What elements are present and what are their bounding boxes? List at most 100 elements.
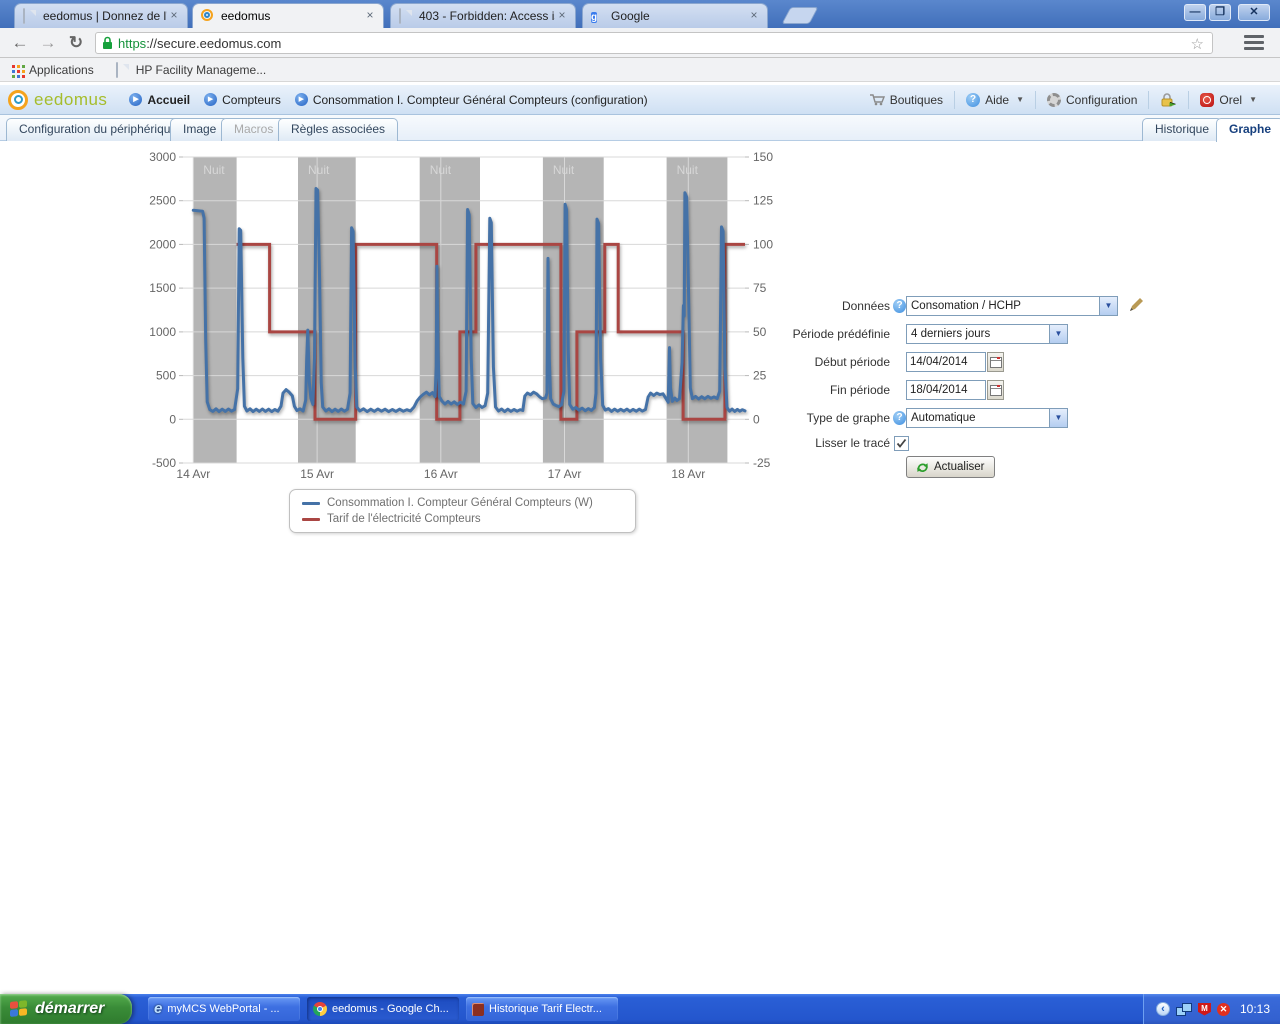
taskbar-item-eedomus[interactable]: eedomus - Google Ch... (307, 997, 459, 1021)
gear-icon (1047, 93, 1061, 107)
network-icon[interactable] (1176, 1002, 1192, 1017)
page-icon (23, 9, 37, 23)
help-icon[interactable]: ? (893, 411, 906, 425)
svg-text:0: 0 (169, 412, 176, 426)
tab-close-icon[interactable]: × (555, 9, 569, 23)
tray-chevron-icon[interactable]: ‹ (1156, 1002, 1170, 1016)
svg-text:100: 100 (753, 237, 773, 251)
start-button[interactable]: démarrer (0, 994, 132, 1024)
browser-tab-4[interactable]: g Google × (582, 3, 768, 28)
svg-text:Nuit: Nuit (553, 163, 575, 177)
arrow-icon: ▶ (204, 93, 217, 106)
menu-boutiques[interactable]: Boutiques (858, 91, 954, 109)
edit-pencil-icon[interactable] (1127, 298, 1143, 314)
chevron-down-icon: ▼ (1249, 95, 1257, 104)
taskbar: démarrer e myMCS WebPortal - ... eedomus… (0, 994, 1280, 1024)
calendar-icon[interactable] (987, 380, 1004, 400)
brand-name[interactable]: eedomus (34, 90, 107, 110)
restore-button[interactable]: ❐ (1209, 4, 1231, 21)
bookmark-item[interactable]: HP Facility Manageme... (136, 63, 267, 77)
night-band (298, 157, 356, 463)
device-tab-bar: Configuration du périphérique Image Macr… (0, 115, 1280, 141)
new-tab-button[interactable] (781, 7, 818, 24)
svg-text:1000: 1000 (149, 325, 176, 339)
app-icon (472, 1003, 484, 1016)
breadcrumb-compteurs[interactable]: ▶ Compteurs (204, 93, 281, 107)
chevron-down-icon: ▼ (1099, 297, 1117, 315)
back-icon[interactable]: ← (8, 31, 32, 55)
tab-close-icon[interactable]: × (363, 9, 377, 23)
apps-grid-icon[interactable] (12, 65, 15, 68)
tab-close-icon[interactable]: × (747, 9, 761, 23)
fin-date-input[interactable] (906, 380, 986, 400)
security-alert-icon[interactable]: ✕ (1217, 1003, 1230, 1016)
periode-label: Période prédéfinie (778, 327, 890, 341)
browser-tab-3[interactable]: 403 - Forbidden: Access is d × (390, 3, 576, 28)
url-text: ://secure.eedomus.com (146, 36, 281, 51)
svg-text:2000: 2000 (149, 237, 176, 251)
tab-close-icon[interactable]: × (167, 9, 181, 23)
legend-item-consumption: Consommation I. Compteur Général Compteu… (302, 495, 635, 511)
type-label: Type de graphe (778, 411, 890, 425)
svg-text:500: 500 (156, 369, 176, 383)
mcafee-icon[interactable]: M (1198, 1003, 1211, 1016)
debut-date-input[interactable] (906, 352, 986, 372)
tab-regles-associees[interactable]: Règles associées (278, 118, 398, 141)
google-icon: g (591, 9, 605, 23)
address-bar[interactable]: https://secure.eedomus.com ☆ (95, 32, 1213, 54)
svg-text:-25: -25 (753, 456, 771, 470)
menu-aide[interactable]: ? Aide ▼ (954, 91, 1035, 109)
legend-dash-blue (302, 502, 320, 505)
svg-text:1500: 1500 (149, 281, 176, 295)
minimize-button[interactable]: — (1184, 4, 1206, 21)
svg-text:50: 50 (753, 325, 767, 339)
browser-tab-2-active[interactable]: eedomus × (192, 3, 384, 28)
svg-text:-500: -500 (152, 456, 176, 470)
eedomus-logo-icon (8, 90, 28, 110)
windows-flag-icon (10, 1000, 28, 1018)
arrow-icon: ▶ (129, 93, 142, 106)
svg-text:Nuit: Nuit (203, 163, 225, 177)
lisser-checkbox[interactable] (894, 436, 909, 451)
debut-label: Début période (778, 355, 890, 369)
tab-graphe[interactable]: Graphe (1216, 118, 1280, 142)
browser-tab-1[interactable]: eedomus | Donnez de l'intelli × (14, 3, 188, 28)
type-graphe-select[interactable]: Automatique ▼ (906, 408, 1068, 428)
tab-title: eedomus (221, 9, 363, 23)
svg-text:75: 75 (753, 281, 767, 295)
help-icon[interactable]: ? (893, 299, 906, 313)
donnees-select[interactable]: Consomation / HCHP ▼ (906, 296, 1118, 316)
url-scheme: https (118, 36, 146, 51)
chrome-menu-icon[interactable] (1244, 35, 1264, 53)
calendar-icon[interactable] (987, 352, 1004, 372)
taskbar-item-historique[interactable]: Historique Tarif Electr... (466, 997, 618, 1021)
svg-text:2500: 2500 (149, 194, 176, 208)
graph-settings-form: Données ? Consomation / HCHP ▼ Période p… (778, 296, 1158, 485)
arrow-icon: ▶ (295, 93, 308, 106)
tab-configuration-peripherique[interactable]: Configuration du périphérique (6, 118, 190, 141)
tab-historique[interactable]: Historique (1142, 118, 1222, 141)
forward-icon[interactable]: → (36, 31, 60, 55)
svg-text:15 Avr: 15 Avr (300, 467, 334, 481)
breadcrumb-accueil[interactable]: ▶ Accueil (129, 93, 190, 107)
breadcrumb-device[interactable]: ▶ Consommation I. Compteur Général Compt… (295, 93, 648, 107)
close-button[interactable]: ✕ (1238, 4, 1270, 21)
bookmark-star-icon[interactable]: ☆ (1191, 35, 1204, 53)
page-icon (116, 63, 130, 77)
svg-text:25: 25 (753, 369, 767, 383)
apps-label[interactable]: Applications (29, 63, 94, 77)
power-icon (1200, 93, 1214, 107)
night-band (667, 157, 728, 463)
lock-icon (1160, 92, 1177, 107)
refresh-icon[interactable]: ↻ (64, 31, 88, 55)
taskbar-item-mymcs[interactable]: e myMCS WebPortal - ... (148, 997, 300, 1021)
periode-select[interactable]: 4 derniers jours ▼ (906, 324, 1068, 344)
actualiser-button[interactable]: Actualiser (906, 456, 995, 478)
ie-icon: e (154, 1002, 162, 1016)
menu-configuration[interactable]: Configuration (1035, 91, 1148, 109)
menu-user[interactable]: Orel ▼ (1188, 91, 1268, 109)
menu-lock[interactable] (1148, 91, 1188, 109)
night-band (193, 157, 236, 463)
donnees-label: Données (778, 299, 890, 313)
tab-title: Google (611, 9, 747, 23)
